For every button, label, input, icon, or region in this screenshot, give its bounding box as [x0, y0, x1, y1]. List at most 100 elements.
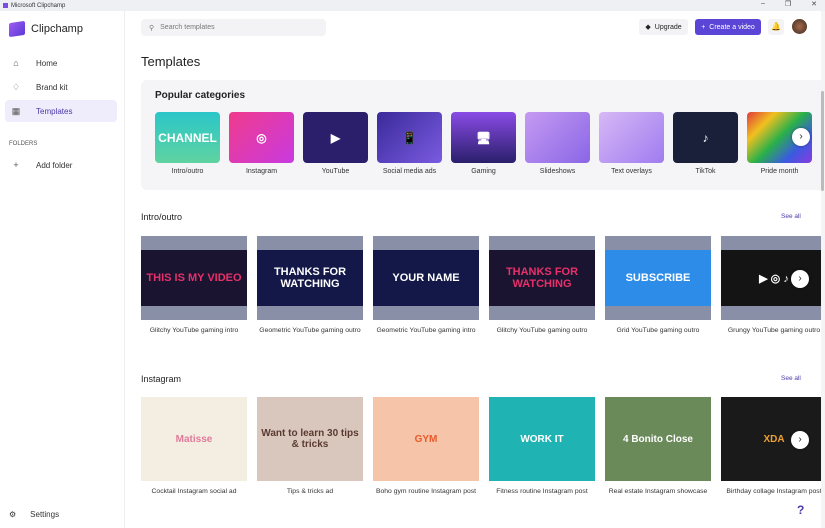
template-label: Glitchy YouTube gaming intro: [149, 327, 239, 334]
folders-heading: FOLDERS: [9, 141, 38, 147]
search-placeholder: Search templates: [160, 24, 215, 31]
template-thumbnail: 4 Bonito Close: [605, 397, 711, 481]
template-card[interactable]: Want to learn 30 tips & tricks Tips & tri…: [257, 397, 363, 495]
category-label: Slideshows: [539, 168, 576, 175]
template-card[interactable]: THANKS FOR WATCHING Geometric YouTube gam…: [257, 236, 363, 334]
template-label: Geometric YouTube gaming intro: [376, 327, 476, 334]
template-thumbnail: THIS IS MY VIDEO: [141, 236, 247, 320]
category-3[interactable]: 📱 Social media ads: [377, 112, 442, 175]
create-video-button[interactable]: + Create a video: [695, 19, 761, 35]
scrollbar[interactable]: [821, 11, 825, 528]
intro-see-all-link[interactable]: See all: [781, 213, 801, 220]
template-thumbnail: ▶ ◎ ♪: [721, 236, 825, 320]
category-label: YouTube: [321, 168, 350, 175]
template-card[interactable]: SUBSCRIBE Grid YouTube gaming outro: [605, 236, 711, 334]
category-thumbnail: ◎: [229, 112, 294, 163]
sidebar-item-label: Templates: [36, 106, 73, 116]
popular-categories-heading: Popular categories: [155, 90, 246, 101]
template-label: Glitchy YouTube gaming outro: [496, 327, 588, 334]
home-icon: ⌂: [13, 58, 19, 68]
next-arrow-button[interactable]: ›: [792, 128, 810, 146]
template-label: Real estate Instagram showcase: [608, 488, 708, 495]
template-card[interactable]: THANKS FOR WATCHING Glitchy YouTube gamin…: [489, 236, 595, 334]
template-label: Birthday collage Instagram post: [726, 488, 822, 495]
category-label: Gaming: [471, 168, 496, 175]
add-folder-button[interactable]: + Add folder: [5, 154, 117, 176]
template-thumbnail: YOUR NAME: [373, 236, 479, 320]
category-1[interactable]: ◎ Instagram: [229, 112, 294, 175]
sidebar-item-label: Brand kit: [36, 82, 68, 92]
sidebar-item-label: Home: [36, 58, 58, 68]
search-input[interactable]: ⚲ Search templates: [141, 19, 326, 36]
template-label: Grungy YouTube gaming outro: [727, 327, 821, 334]
category-6[interactable]: Text overlays: [599, 112, 664, 175]
category-thumbnail: CHANNEL: [155, 112, 220, 163]
template-card[interactable]: Matisse Cocktail Instagram social ad: [141, 397, 247, 495]
category-4[interactable]: 🖥 Gaming: [451, 112, 516, 175]
settings-button[interactable]: ⚙ Settings: [9, 510, 59, 519]
template-card[interactable]: GYM Boho gym routine Instagram post: [373, 397, 479, 495]
category-5[interactable]: Slideshows: [525, 112, 590, 175]
template-thumbnail: XDA: [721, 397, 825, 481]
category-label: TikTok: [695, 168, 716, 175]
maximize-button[interactable]: ❐: [785, 0, 791, 8]
sidebar-item-brand-kit[interactable]: ♢ Brand kit: [5, 76, 117, 98]
title-bar: Microsoft Clipchamp – ❐ ✕: [0, 0, 825, 11]
app-logo[interactable]: Clipchamp: [9, 20, 83, 38]
intro-next-arrow-button[interactable]: ›: [791, 270, 809, 288]
template-card[interactable]: 4 Bonito Close Real estate Instagram show…: [605, 397, 711, 495]
template-thumbnail: GYM: [373, 397, 479, 481]
settings-label: Settings: [30, 510, 60, 519]
category-label: Intro/outro: [171, 168, 204, 175]
template-label: Cocktail Instagram social ad: [151, 488, 237, 495]
template-thumbnail: Want to learn 30 tips & tricks: [257, 397, 363, 481]
search-icon: ⚲: [149, 24, 155, 32]
category-thumbnail: ▶: [303, 112, 368, 163]
category-label: Social media ads: [382, 168, 437, 175]
template-label: Geometric YouTube gaming outro: [259, 327, 361, 334]
template-thumbnail: Matisse: [141, 397, 247, 481]
template-label: Tips & tricks ad: [286, 488, 334, 495]
category-label: Pride month: [760, 168, 799, 175]
template-card[interactable]: WORK IT Fitness routine Instagram post: [489, 397, 595, 495]
template-label: Boho gym routine Instagram post: [375, 488, 477, 495]
notifications-bell-icon[interactable]: 🔔: [768, 19, 784, 35]
template-thumbnail: SUBSCRIBE: [605, 236, 711, 320]
instagram-heading: Instagram: [141, 374, 182, 384]
category-2[interactable]: ▶ YouTube: [303, 112, 368, 175]
template-card[interactable]: ▶ ◎ ♪ Grungy YouTube gaming outro: [721, 236, 825, 334]
upgrade-button[interactable]: ◆ Upgrade: [639, 19, 688, 35]
page-title: Templates: [141, 54, 201, 69]
category-0[interactable]: CHANNEL Intro/outro: [155, 112, 220, 175]
template-thumbnail: WORK IT: [489, 397, 595, 481]
instagram-next-arrow-button[interactable]: ›: [791, 431, 809, 449]
instagram-see-all-link[interactable]: See all: [781, 375, 801, 382]
upgrade-label: Upgrade: [654, 23, 682, 31]
plus-icon: +: [13, 160, 19, 170]
template-label: Grid YouTube gaming outro: [616, 327, 700, 334]
category-thumbnail: [599, 112, 664, 163]
template-thumbnail: THANKS FOR WATCHING: [489, 236, 595, 320]
help-button[interactable]: ?: [797, 503, 804, 517]
template-label: Fitness routine Instagram post: [496, 488, 588, 495]
create-video-label: Create a video: [709, 23, 755, 31]
templates-icon: ▦: [11, 105, 21, 116]
template-card[interactable]: XDA Birthday collage Instagram post: [721, 397, 825, 495]
category-thumbnail: ♪: [673, 112, 738, 163]
category-label: Text overlays: [611, 168, 652, 175]
sidebar-item-home[interactable]: ⌂ Home: [5, 52, 117, 74]
plus-icon: +: [701, 23, 706, 31]
gear-icon: ⚙: [9, 510, 17, 519]
template-card[interactable]: YOUR NAME Geometric YouTube gaming intro: [373, 236, 479, 334]
template-thumbnail: THANKS FOR WATCHING: [257, 236, 363, 320]
avatar[interactable]: [792, 19, 807, 34]
close-button[interactable]: ✕: [811, 0, 817, 8]
window-title: Microsoft Clipchamp: [11, 2, 66, 9]
sidebar: Clipchamp ⌂ Home ♢ Brand kit ▦ Templates FO…: [0, 11, 125, 528]
minimize-button[interactable]: –: [761, 0, 765, 8]
diamond-icon: ◆: [645, 24, 651, 31]
sidebar-item-templates[interactable]: ▦ Templates: [5, 100, 117, 122]
app-name: Clipchamp: [31, 23, 83, 35]
category-7[interactable]: ♪ TikTok: [673, 112, 738, 175]
template-card[interactable]: THIS IS MY VIDEO Glitchy YouTube gaming i…: [141, 236, 247, 334]
